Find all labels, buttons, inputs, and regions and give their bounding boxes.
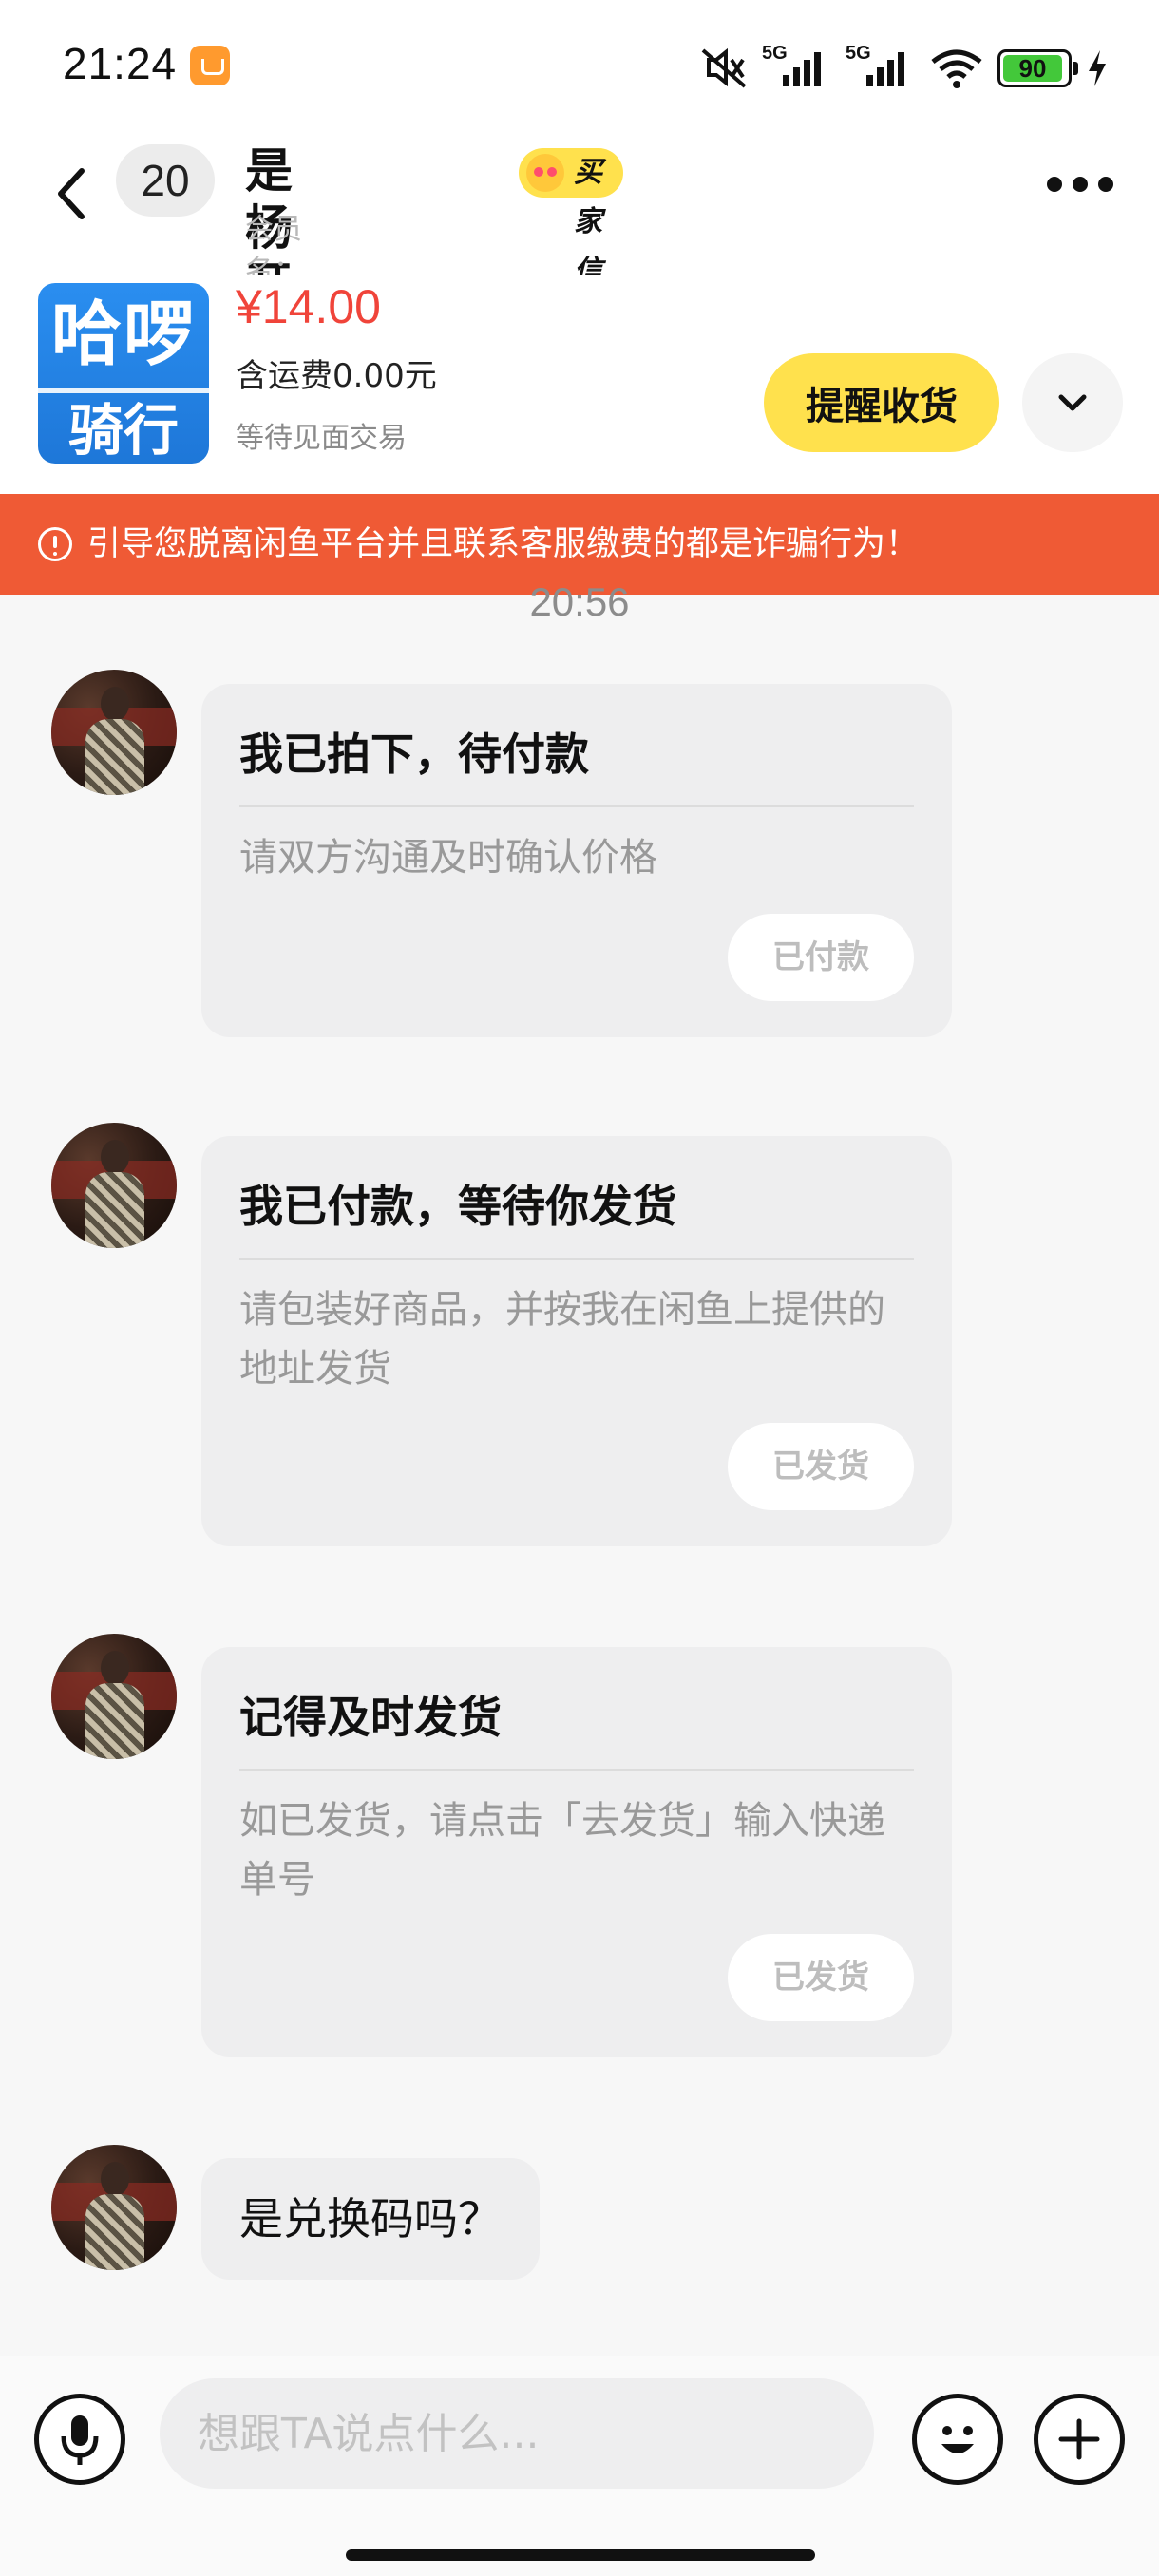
avatar[interactable]	[51, 2145, 177, 2270]
status-icons: 5G 5G 90	[699, 42, 1110, 95]
app-notification-icon	[190, 46, 230, 85]
avatar[interactable]	[51, 670, 177, 795]
more-actions-button[interactable]	[1034, 2394, 1125, 2485]
signal-icon: 5G	[846, 43, 916, 90]
card-action-button[interactable]: 已发货	[728, 1934, 914, 2021]
smiling-face-icon	[526, 154, 564, 192]
card-title: 我已付款，等待你发货	[239, 1181, 676, 1232]
order-status-card: 我已付款，等待你发货 请包装好商品，并按我在闲鱼上提供的地址发货 已发货	[201, 1136, 952, 1546]
card-body: 如已发货，请点击「去发货」输入快递单号	[239, 1799, 885, 1902]
order-status: 等待见面交易	[236, 422, 407, 455]
expand-button[interactable]	[1022, 353, 1123, 452]
product-shipping: 含运费0.00元	[236, 357, 437, 395]
product-price: ¥14.00	[236, 280, 381, 333]
product-image[interactable]: 哈啰 骑行	[38, 283, 209, 464]
contact-name[interactable]: 是杨开心～	[245, 142, 293, 426]
back-arrow-icon[interactable]	[46, 156, 103, 232]
product-image-line1: 哈啰	[51, 294, 196, 375]
message-input[interactable]	[160, 2378, 874, 2489]
input-bar	[0, 2356, 1159, 2576]
signal-icon: 5G	[762, 43, 832, 90]
voice-input-button[interactable]	[34, 2394, 125, 2485]
card-divider	[239, 805, 914, 807]
battery-icon: 90	[998, 49, 1078, 87]
card-divider	[239, 1258, 914, 1260]
plus-icon	[1058, 2418, 1100, 2460]
home-indicator[interactable]	[346, 2549, 815, 2561]
chat-header: 20 是杨开心～ 买家信用极好 会员名：t***3	[0, 133, 1159, 436]
fraud-warning-text: 引导您脱离闲鱼平台并且联系客服缴费的都是诈骗行为！	[87, 525, 920, 563]
remind-receipt-button[interactable]: 提醒收货	[764, 353, 999, 452]
mute-icon	[699, 47, 749, 90]
smiley-icon	[941, 2426, 974, 2453]
card-action-button[interactable]: 已发货	[728, 1423, 914, 1510]
card-divider	[239, 1769, 914, 1771]
card-body: 请双方沟通及时确认价格	[239, 836, 657, 880]
avatar[interactable]	[51, 1634, 177, 1759]
warning-icon	[38, 527, 72, 561]
order-status-card: 记得及时发货 如已发货，请点击「去发货」输入快递单号 已发货	[201, 1647, 952, 2057]
more-options-icon[interactable]	[1047, 177, 1113, 196]
card-title: 我已拍下，待付款	[239, 729, 589, 780]
chat-timestamp: 20:56	[529, 579, 630, 624]
battery-level: 90	[1018, 54, 1047, 83]
wifi-icon	[929, 47, 984, 90]
unread-count-badge[interactable]: 20	[116, 144, 215, 217]
chevron-down-icon	[1058, 394, 1087, 411]
microphone-icon	[61, 2415, 99, 2465]
avatar[interactable]	[51, 1123, 177, 1248]
card-body: 请包装好商品，并按我在闲鱼上提供的地址发货	[239, 1288, 885, 1391]
product-card[interactable]: 哈啰 骑行 ¥14.00 含运费0.00元 等待见面交易 提醒收货	[0, 275, 1159, 494]
card-title: 记得及时发货	[239, 1692, 502, 1743]
credit-badge: 买家信用极好	[519, 148, 623, 436]
card-action-button[interactable]: 已付款	[728, 914, 914, 1001]
product-image-line2: 骑行	[67, 398, 179, 463]
emoji-button[interactable]	[912, 2394, 1003, 2485]
status-time: 21:24	[63, 39, 178, 88]
message-bubble[interactable]: 是兑换码吗？	[201, 2158, 540, 2280]
order-status-card: 我已拍下，待付款 请双方沟通及时确认价格 已付款	[201, 684, 952, 1037]
charging-icon	[1085, 48, 1110, 88]
status-bar: 21:24 5G 5G 90	[0, 0, 1159, 133]
